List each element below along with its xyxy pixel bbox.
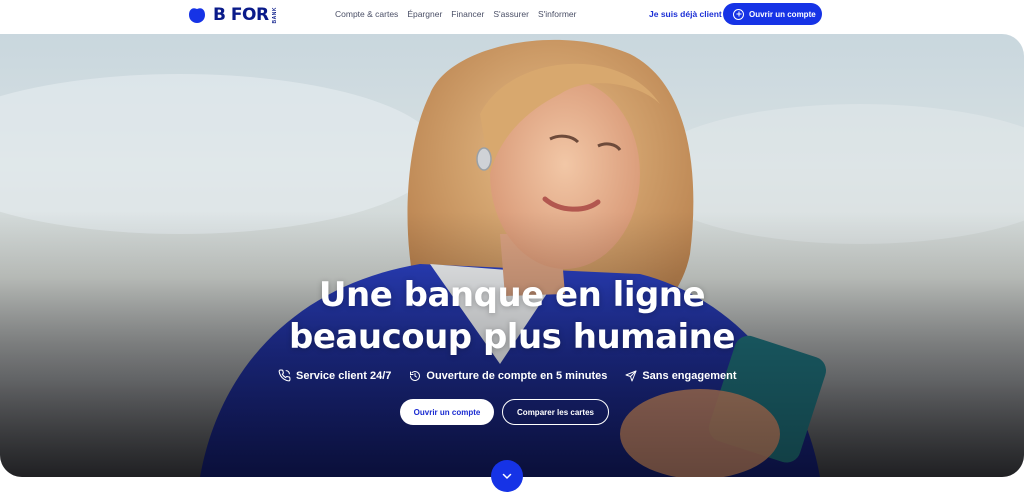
login-link[interactable]: Je suis déjà client	[649, 9, 722, 19]
headline-line-1: Une banque en ligne	[318, 275, 706, 315]
feature-service-client: Service client 24/7	[278, 369, 391, 382]
chevron-down-icon	[502, 473, 512, 479]
hero-features: Service client 24/7 Ouverture de compte …	[278, 369, 754, 382]
hero-open-account-button[interactable]: Ouvrir un compte	[400, 399, 494, 425]
site-header: B FOR BANK Compte & cartes Épargner Fina…	[0, 0, 1024, 32]
compare-cards-button[interactable]: Comparer les cartes	[502, 399, 609, 425]
brand-sub: BANK	[271, 6, 278, 24]
hero-banner: Une banque en ligne beaucoup plus humain…	[0, 34, 1024, 477]
send-icon	[625, 370, 637, 381]
feature-label: Sans engagement	[642, 369, 737, 382]
logo-mark-icon	[187, 6, 207, 24]
nav-item-epargner[interactable]: Épargner	[407, 9, 442, 19]
brand-name: B FOR	[213, 5, 269, 25]
open-account-label: Ouvrir un compte	[749, 9, 816, 19]
nav-item-compte-cartes[interactable]: Compte & cartes	[335, 9, 398, 19]
feature-label: Service client 24/7	[296, 369, 392, 382]
hero-headline: Une banque en ligne beaucoup plus humain…	[0, 274, 1024, 358]
plus-circle-icon	[733, 8, 744, 20]
feature-sans-engagement: Sans engagement	[625, 370, 736, 382]
nav-item-financer[interactable]: Financer	[451, 9, 484, 19]
open-account-button[interactable]: Ouvrir un compte	[723, 3, 822, 25]
main-nav: Compte & cartes Épargner Financer S'assu…	[335, 9, 585, 19]
nav-item-sassurer[interactable]: S'assurer	[493, 9, 529, 19]
phone-icon	[278, 369, 291, 382]
scroll-down-button[interactable]	[491, 460, 523, 492]
brand-logo[interactable]: B FOR BANK	[187, 4, 278, 26]
headline-line-2: beaucoup plus humaine	[289, 317, 735, 357]
clock-icon	[410, 370, 421, 381]
nav-item-sinformer[interactable]: S'informer	[538, 9, 576, 19]
feature-label: Ouverture de compte en 5 minutes	[426, 369, 608, 382]
feature-ouverture: Ouverture de compte en 5 minutes	[409, 370, 607, 382]
